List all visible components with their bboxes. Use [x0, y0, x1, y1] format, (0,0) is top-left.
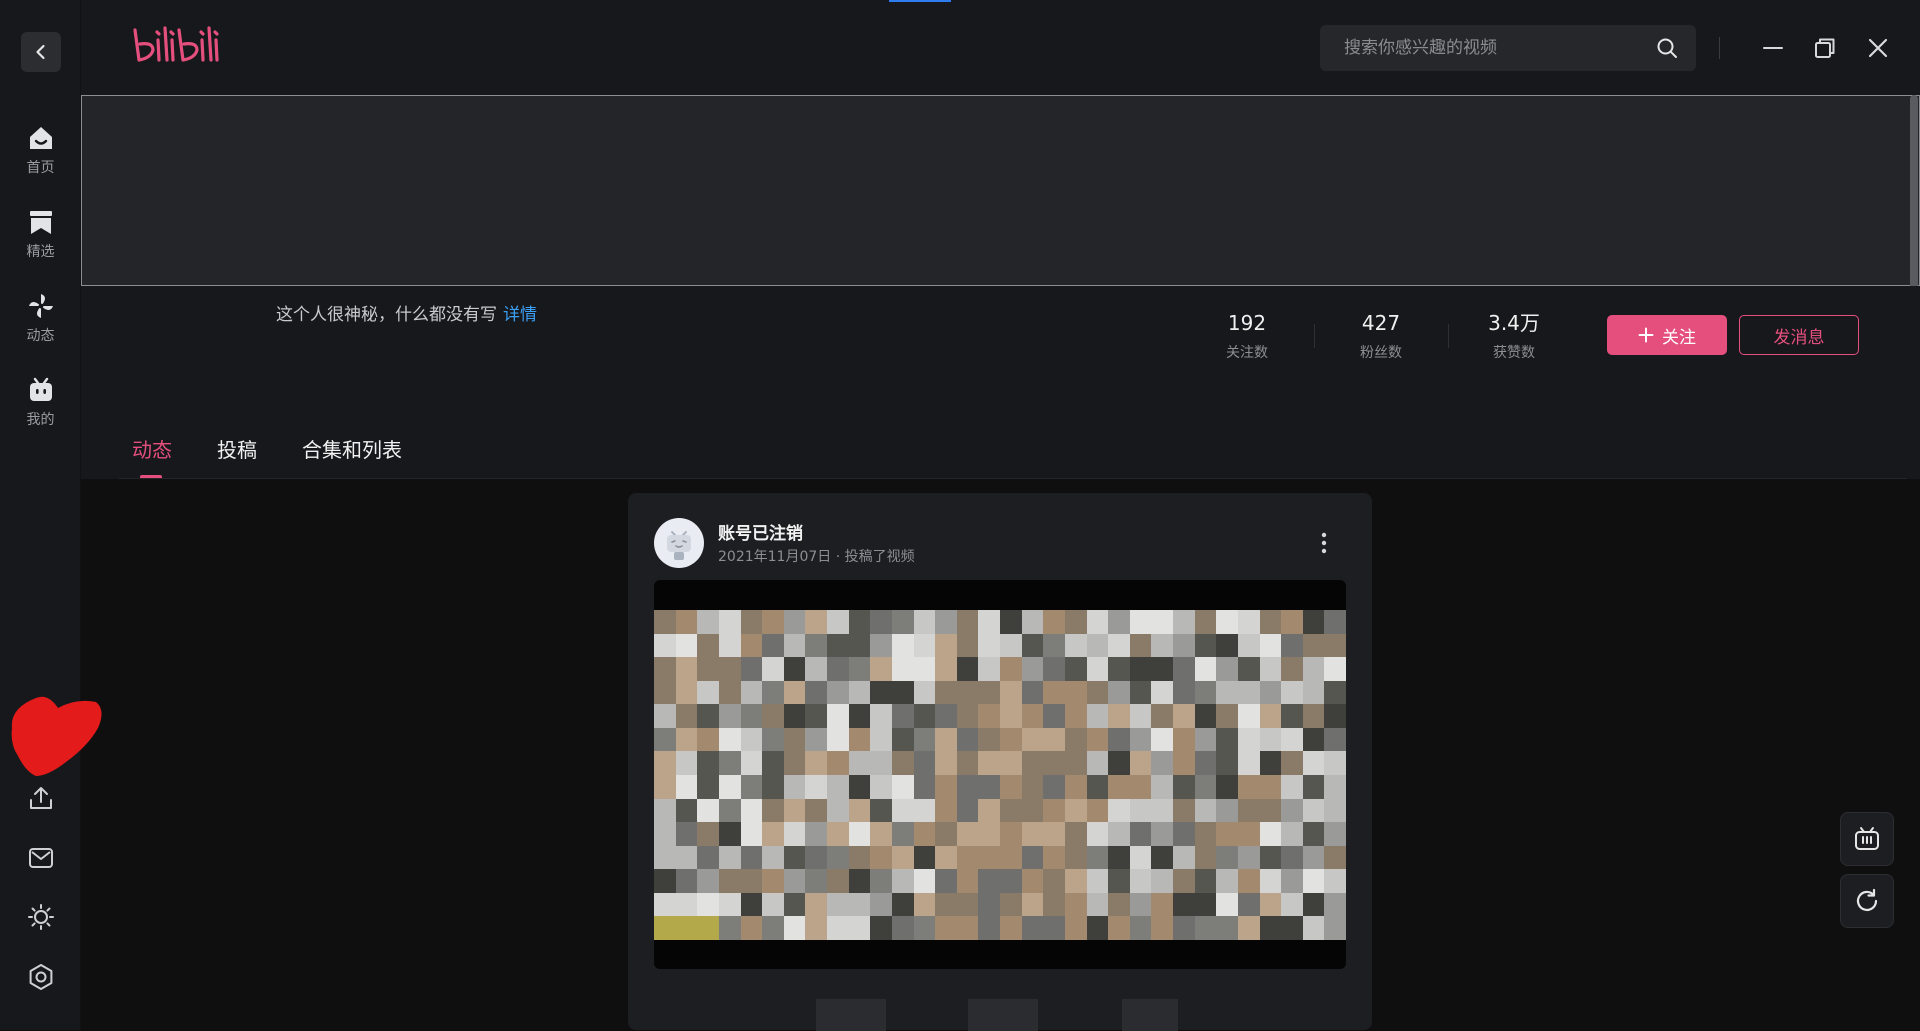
stat-label: 粉丝数	[1360, 345, 1402, 361]
send-message-button[interactable]: 发消息	[1739, 315, 1859, 355]
stat-value: 427	[1361, 311, 1401, 335]
settings-icon	[29, 964, 53, 990]
top-bar: bilibili	[81, 0, 1920, 95]
sidebar-item-featured[interactable]: 精选	[0, 206, 81, 272]
author-name[interactable]: 账号已注销	[718, 519, 803, 544]
video-thumbnail[interactable]	[654, 580, 1346, 969]
red-scribble-mark	[11, 696, 102, 776]
stat-value: 192	[1227, 311, 1267, 335]
close-window-button[interactable]	[1860, 30, 1896, 66]
settings-button[interactable]	[23, 959, 59, 995]
messages-button[interactable]	[23, 840, 59, 876]
refresh-button[interactable]	[1840, 874, 1894, 928]
post-action: 投稿了视频	[844, 549, 915, 565]
tab-collections[interactable]: 合集和列表	[302, 434, 402, 463]
mail-icon	[29, 848, 53, 868]
tv-icon	[25, 374, 57, 406]
stat-label: 获赞数	[1493, 345, 1535, 361]
chevron-left-icon	[36, 44, 45, 60]
upload-button[interactable]	[23, 780, 59, 816]
pixelated-video-preview	[654, 610, 1346, 940]
stat-label: 关注数	[1226, 345, 1268, 361]
search-box[interactable]	[1320, 25, 1696, 71]
logo-text: bilibili	[131, 24, 135, 25]
window-controls-divider	[1719, 37, 1720, 59]
send-message-label: 发消息	[1773, 327, 1825, 348]
post-meta: 2021年11月07日 · 投稿了视频	[718, 546, 915, 566]
refresh-icon	[1856, 888, 1878, 911]
home-icon	[25, 122, 57, 154]
stat-followers[interactable]: 427 粉丝数	[1326, 310, 1436, 362]
search-input[interactable]	[1342, 37, 1642, 59]
stat-divider	[1314, 324, 1315, 348]
bookmark-icon	[25, 206, 57, 238]
more-vertical-icon	[1321, 532, 1327, 554]
more-options-button[interactable]	[1312, 529, 1336, 557]
close-icon	[1868, 38, 1888, 58]
card-footer-obscured	[628, 983, 1372, 1031]
theme-button[interactable]	[23, 899, 59, 935]
left-sidebar: 首页 精选 动态 我的	[0, 0, 102, 1030]
tab-dynamics[interactable]: 动态	[132, 434, 172, 463]
profile-bio: 这个人很神秘，什么都没有写 详情	[276, 300, 537, 325]
pinwheel-icon	[25, 290, 57, 322]
bio-detail-link[interactable]: 详情	[503, 305, 537, 325]
tab-uploads[interactable]: 投稿	[217, 434, 257, 463]
profile-info: 这个人很神秘，什么都没有写 详情 192 关注数 427 粉丝数 3.4万 获赞数…	[81, 286, 1920, 479]
sun-icon	[28, 904, 54, 930]
stat-following[interactable]: 192 关注数	[1192, 310, 1302, 362]
profile-banner	[81, 95, 1920, 286]
sidebar-item-label: 首页	[26, 160, 55, 176]
restore-window-icon	[1815, 38, 1835, 58]
post-date: 2021年11月07日	[718, 549, 832, 565]
sidebar-item-label: 动态	[26, 328, 55, 344]
stat-likes: 3.4万 获赞数	[1459, 310, 1569, 362]
sidebar-item-label: 精选	[26, 244, 55, 260]
scrollbar[interactable]	[1910, 95, 1918, 298]
stat-divider	[1448, 324, 1449, 348]
plus-icon	[1638, 327, 1654, 343]
upload-icon	[30, 787, 52, 809]
feed-card: 账号已注销 2021年11月07日 · 投稿了视频	[628, 493, 1372, 1031]
avatar[interactable]	[654, 518, 704, 568]
follow-button[interactable]: 关注	[1607, 315, 1727, 355]
sidebar-item-dynamics[interactable]: 动态	[0, 290, 81, 356]
top-progress-indicator	[889, 0, 951, 2]
sidebar-item-label: 我的	[26, 412, 55, 428]
floating-tv-button[interactable]	[1840, 812, 1894, 866]
stat-value: 3.4万	[1488, 311, 1540, 335]
meta-separator: ·	[835, 549, 845, 565]
sidebar-item-home[interactable]: 首页	[0, 122, 81, 188]
default-avatar-icon	[667, 531, 691, 560]
tv-icon	[1855, 827, 1879, 850]
search-icon[interactable]	[1656, 37, 1678, 59]
minimize-icon	[1763, 47, 1783, 49]
maximize-button[interactable]	[1807, 30, 1843, 66]
back-button[interactable]	[21, 32, 61, 72]
sidebar-item-mine[interactable]: 我的	[0, 374, 81, 440]
tabs-divider	[119, 478, 1907, 479]
bio-text: 这个人很神秘，什么都没有写	[276, 305, 497, 325]
bilibili-logo[interactable]: bilibili	[131, 24, 223, 68]
minimize-button[interactable]	[1755, 30, 1791, 66]
follow-button-label: 关注	[1662, 327, 1696, 348]
